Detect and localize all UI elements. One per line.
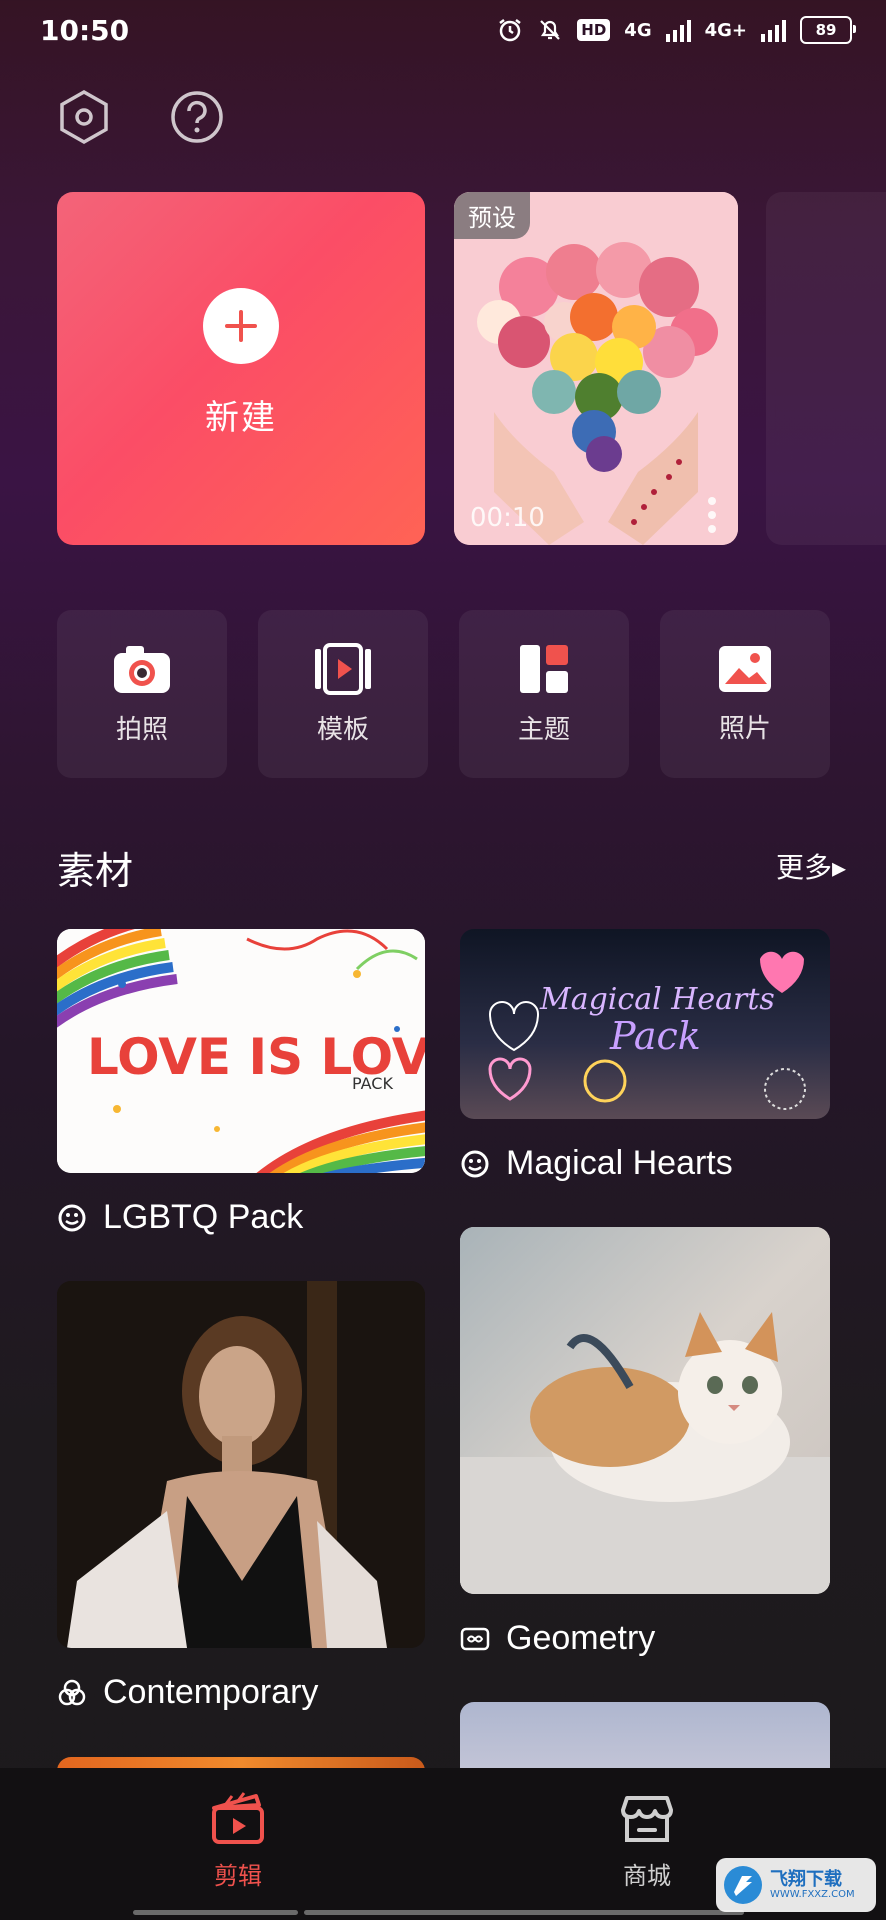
material-tile-magical-hearts[interactable]: Magical Hearts Pack (460, 929, 830, 1119)
theme-icon (520, 644, 568, 693)
quick-action-label: 拍照 (115, 714, 168, 745)
material-tile-lgbtq[interactable]: LOVE IS LOVE PACK (57, 929, 425, 1173)
material-label-text: Magical Hearts (506, 1144, 733, 1182)
material-tile-contemporary[interactable] (57, 1281, 425, 1648)
emoji-icon (461, 1150, 489, 1177)
home-indicator (133, 1910, 298, 1915)
store-icon (621, 1796, 673, 1842)
material-label-contemporary: Contemporary (57, 1673, 318, 1712)
nav-label-store: 商城 (623, 1862, 671, 1890)
preset-duration: 00:10 (470, 503, 545, 533)
infinity-icon (460, 1627, 490, 1650)
material-tile-geometry[interactable] (460, 1227, 830, 1594)
camera-icon (114, 645, 170, 693)
quick-action-photo[interactable]: 照片 (660, 610, 830, 778)
battery-level: 89 (815, 21, 837, 39)
magical-hearts-text: Magical Hearts (539, 982, 775, 1017)
battery-icon: 89 (800, 16, 856, 44)
material-label-text: LGBTQ Pack (103, 1198, 304, 1236)
home-indicator (304, 1910, 744, 1915)
clapperboard-icon (212, 1792, 264, 1844)
mute-bell-icon (540, 20, 561, 40)
next-project-card[interactable] (766, 192, 886, 545)
status-icons: HD 4G 4G+ 89 (497, 16, 856, 44)
net-4gplus-label: 4G+ (704, 19, 747, 41)
blend-icon (58, 1679, 86, 1705)
portrait-image (57, 1281, 425, 1648)
quick-action-theme[interactable]: 主题 (459, 610, 629, 778)
status-time: 10:50 (40, 14, 130, 47)
quick-action-label: 模板 (316, 714, 369, 745)
signal-icon-2 (761, 18, 786, 42)
watermark-url: WWW.FXXZ.COM (770, 1889, 855, 1901)
more-options-icon[interactable] (708, 497, 716, 533)
photo-icon (719, 645, 771, 692)
nav-label-edit: 剪辑 (214, 1862, 262, 1890)
watermark-logo: 飞翔下载 WWW.FXXZ.COM (716, 1858, 876, 1912)
material-label-geometry: Geometry (460, 1619, 655, 1658)
emoji-icon (58, 1204, 86, 1231)
quick-action-label: 主题 (517, 714, 570, 745)
alarm-icon (499, 19, 522, 42)
materials-title: 素材 (57, 849, 134, 893)
help-icon[interactable] (168, 88, 226, 146)
new-project-card[interactable]: 新建 (57, 192, 425, 545)
settings-icon[interactable] (55, 88, 113, 146)
new-project-label: 新建 (205, 398, 277, 438)
love-is-love-image: LOVE IS LOVE PACK (57, 929, 425, 1173)
pack-text: PACK (352, 1074, 393, 1093)
cat-image (460, 1227, 830, 1594)
hd-badge: HD (577, 19, 611, 41)
preset-tag: 预设 (454, 192, 530, 239)
material-label-text: Geometry (506, 1619, 656, 1657)
magical-hearts-image: Magical Hearts Pack (460, 929, 830, 1119)
nav-item-store[interactable]: 商城 (597, 1790, 697, 1891)
quick-action-label: 照片 (718, 713, 771, 744)
flower-heart-image (454, 192, 738, 545)
material-label-magical-hearts: Magical Hearts (460, 1144, 733, 1183)
signal-icon (665, 18, 691, 42)
material-label-lgbtq: LGBTQ Pack (57, 1198, 303, 1237)
material-label-text: Contemporary (103, 1673, 319, 1711)
template-icon (315, 642, 371, 695)
quick-action-template[interactable]: 模板 (258, 610, 428, 778)
pack-text: Pack (609, 1014, 701, 1058)
watermark-logo-icon (724, 1866, 762, 1904)
preset-project-card[interactable]: 预设 00:10 (454, 192, 738, 545)
watermark-text: 飞翔下载 WWW.FXXZ.COM (770, 1868, 855, 1901)
net-4g-label: 4G (624, 19, 652, 41)
quick-action-camera[interactable]: 拍照 (57, 610, 227, 778)
plus-icon (203, 288, 279, 364)
materials-more-link[interactable]: 更多▸ (776, 846, 846, 886)
nav-item-edit[interactable]: 剪辑 (188, 1790, 288, 1891)
watermark-title: 飞翔下载 (770, 1868, 842, 1890)
